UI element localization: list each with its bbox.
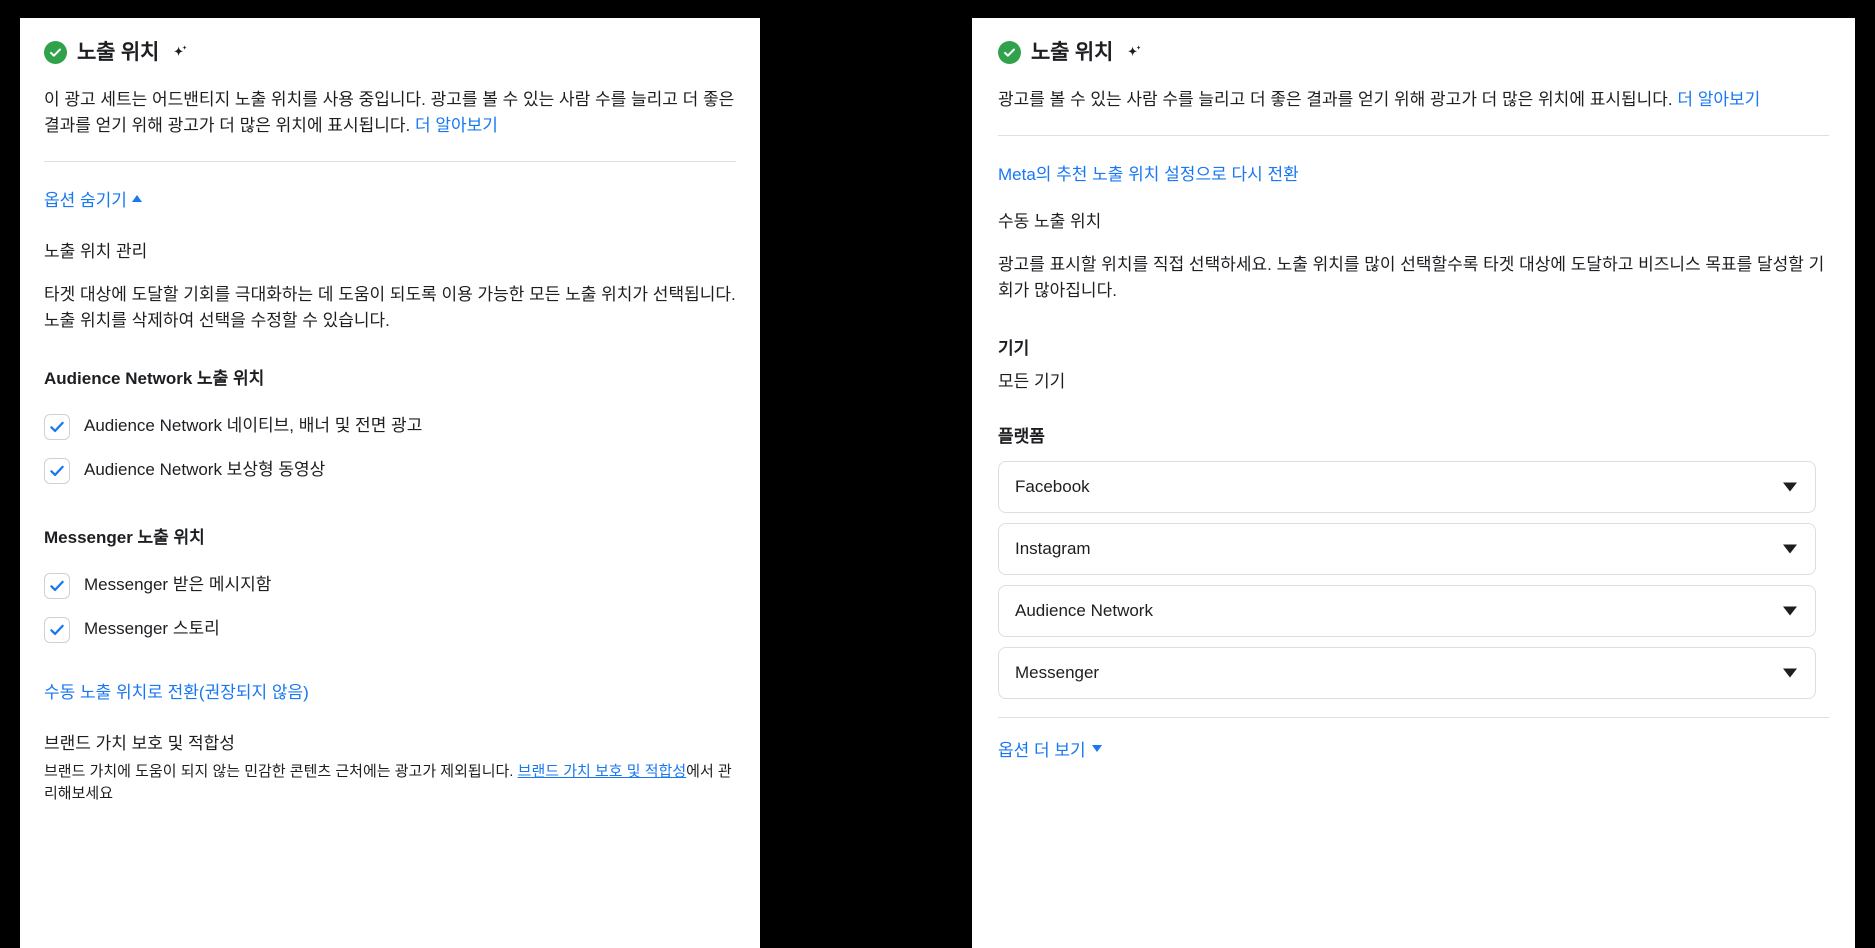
- checkbox-row-an-native-banner-interstitial[interactable]: Audience Network 네이티브, 배너 및 전면 광고: [44, 405, 736, 449]
- platform-row-facebook[interactable]: Facebook: [998, 460, 1816, 513]
- checkbox-label: Messenger 스토리: [84, 619, 220, 639]
- platform-label: Audience Network: [1015, 600, 1153, 620]
- learn-more-link[interactable]: 더 알아보기: [415, 116, 498, 135]
- right-section-header: 노출 위치: [998, 40, 1829, 65]
- show-more-options-label: 옵션 더 보기: [998, 740, 1086, 760]
- learn-more-link[interactable]: 더 알아보기: [1677, 90, 1760, 109]
- manage-placements-heading: 노출 위치 관리: [44, 241, 148, 261]
- bottom-divider: [998, 716, 1829, 718]
- sparkle-icon: [171, 43, 191, 63]
- platform-row-audience-network[interactable]: Audience Network: [998, 584, 1816, 637]
- manual-description-text: 광고를 볼 수 있는 사람 수를 늘리고 더 좋은 결과를 얻기 위해 광고가 …: [998, 90, 1678, 110]
- placements-advantage-panel: 노출 위치 이 광고 세트는 어드밴티지 노출 위치를 사용 중입니다. 광고를…: [20, 18, 760, 948]
- page-title: 노출 위치: [1031, 41, 1114, 64]
- brand-safety-text-before: 브랜드 가치에 도움이 되지 않는 민감한 콘텐츠 근처에는 광고가 제외됩니다…: [44, 762, 518, 780]
- green-check-circle-icon: [44, 41, 67, 65]
- switch-to-manual-placements-link[interactable]: 수동 노출 위치로 전환(권장되지 않음): [44, 678, 736, 703]
- header-divider: [44, 160, 736, 162]
- brand-safety-link[interactable]: 브랜드 가치 보호 및 적합성: [518, 763, 686, 780]
- left-section-header: 노출 위치: [44, 40, 736, 65]
- manual-placements-description: 광고를 볼 수 있는 사람 수를 늘리고 더 좋은 결과를 얻기 위해 광고가 …: [998, 87, 1828, 113]
- checkbox-group-audience-network: Audience Network 네이티브, 배너 및 전면 광고 Audien…: [44, 405, 736, 493]
- checkbox-row-messenger-inbox[interactable]: Messenger 받은 메시지함: [44, 564, 736, 608]
- chevron-down-icon[interactable]: [1783, 668, 1797, 678]
- advantage-description-text: 이 광고 세트는 어드밴티지 노출 위치를 사용 중입니다. 광고를 볼 수 있…: [44, 90, 735, 136]
- platform-label: Instagram: [1015, 538, 1091, 558]
- chevron-down-icon[interactable]: [1783, 606, 1797, 616]
- sparkle-icon: [1125, 43, 1145, 63]
- devices-label: 기기: [998, 338, 1030, 358]
- caret-up-icon: [131, 194, 142, 202]
- checkbox-checked-icon[interactable]: [44, 616, 70, 643]
- platform-label: Facebook: [1015, 476, 1090, 496]
- advantage-placements-description: 이 광고 세트는 어드밴티지 노출 위치를 사용 중입니다. 광고를 볼 수 있…: [44, 87, 736, 139]
- checkbox-label: Audience Network 네이티브, 배너 및 전면 광고: [84, 416, 423, 436]
- platform-label: Messenger: [1015, 662, 1100, 682]
- caret-down-icon: [1091, 744, 1102, 752]
- devices-value: 모든 기기: [998, 371, 1066, 391]
- hide-options-label: 옵션 숨기기: [44, 190, 127, 210]
- checkbox-row-messenger-stories[interactable]: Messenger 스토리: [44, 608, 736, 652]
- page-title: 노출 위치: [77, 41, 160, 64]
- checkbox-row-an-rewarded-video[interactable]: Audience Network 보상형 동영상: [44, 449, 736, 493]
- chevron-down-icon[interactable]: [1783, 482, 1797, 492]
- checkbox-group-messenger: Messenger 받은 메시지함 Messenger 스토리: [44, 564, 736, 652]
- checkbox-checked-icon[interactable]: [44, 572, 70, 599]
- checkbox-label: Audience Network 보상형 동영상: [84, 460, 326, 480]
- manual-placements-heading: 수동 노출 위치: [998, 212, 1102, 232]
- checkbox-checked-icon[interactable]: [44, 457, 70, 484]
- platform-row-instagram[interactable]: Instagram: [998, 522, 1816, 575]
- platform-row-messenger[interactable]: Messenger: [998, 646, 1816, 699]
- revert-to-recommended-placements-link[interactable]: Meta의 추천 노출 위치 설정으로 다시 전환: [998, 160, 1829, 185]
- checkbox-checked-icon[interactable]: [44, 413, 70, 440]
- manage-placements-body: 타겟 대상에 도달할 기회를 극대화하는 데 도움이 되도록 이용 가능한 모든…: [44, 284, 736, 330]
- checkbox-label: Messenger 받은 메시지함: [84, 575, 272, 595]
- manual-placements-body: 광고를 표시할 위치를 직접 선택하세요. 노출 위치를 많이 선택할수록 타겟…: [998, 255, 1825, 300]
- chevron-down-icon[interactable]: [1783, 544, 1797, 554]
- show-more-options-toggle[interactable]: 옵션 더 보기: [998, 736, 1102, 761]
- header-divider: [998, 135, 1829, 137]
- screenshot-stage: 노출 위치 이 광고 세트는 어드밴티지 노출 위치를 사용 중입니다. 광고를…: [0, 0, 1875, 948]
- green-check-circle-icon: [998, 41, 1021, 65]
- hide-options-toggle[interactable]: 옵션 숨기기: [44, 186, 142, 211]
- platforms-label: 플랫폼: [998, 426, 1045, 446]
- platform-select-list: Facebook Instagram Audience Network Mess…: [998, 460, 1829, 699]
- placements-manual-panel: 노출 위치 광고를 볼 수 있는 사람 수를 늘리고 더 좋은 결과를 얻기 위…: [972, 18, 1855, 948]
- brand-safety-body: 브랜드 가치에 도움이 되지 않는 민감한 콘텐츠 근처에는 광고가 제외됩니다…: [44, 761, 736, 806]
- group-heading-messenger: Messenger 노출 위치: [44, 527, 205, 547]
- group-heading-audience-network: Audience Network 노출 위치: [44, 368, 265, 388]
- brand-safety-heading: 브랜드 가치 보호 및 적합성: [44, 733, 235, 753]
